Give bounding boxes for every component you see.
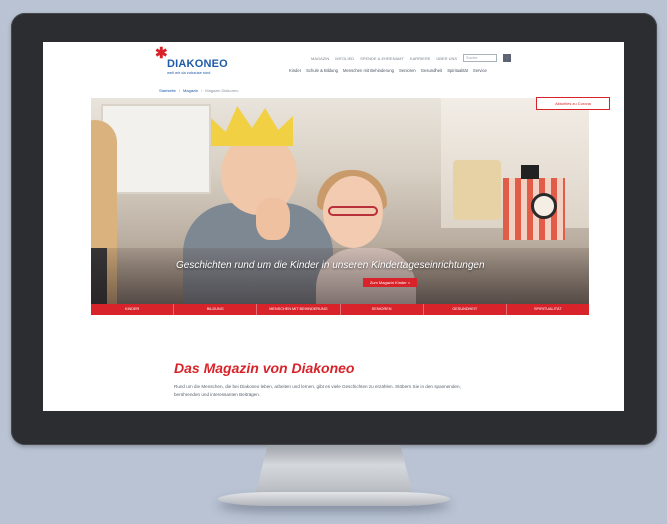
mainnav-item-spiritualitaet[interactable]: Spiritualität xyxy=(447,68,468,73)
mainnav-item-kinder[interactable]: Kinder xyxy=(289,68,301,73)
page-title: Das Magazin von Diakoneo xyxy=(174,360,355,376)
category-tab-spiritualitaet[interactable]: Spiritualität xyxy=(507,304,589,315)
boy-hand xyxy=(256,198,290,240)
website-screen: ✱ DIAKONEO weil wir da zuhause sind Maga… xyxy=(43,42,624,411)
search-button[interactable]: ⌕ xyxy=(503,54,512,62)
paper-crown xyxy=(211,106,293,146)
breadcrumb: Startseite / Magazin / Magazin Diakoneo xyxy=(159,88,238,93)
category-tab-gesundheit[interactable]: Gesundheit xyxy=(424,304,507,315)
search-input[interactable]: Suche xyxy=(463,54,498,62)
logo-wordmark: DIAKONEO xyxy=(167,58,228,70)
monitor-stand xyxy=(255,445,413,495)
breadcrumb-separator: / xyxy=(178,88,181,93)
hero-shade xyxy=(91,248,589,304)
hero-window xyxy=(101,104,211,194)
mainnav-item-behinderung[interactable]: Menschen mit Behinderung xyxy=(343,68,394,73)
hero-cta-button[interactable]: Zum Magazin Kinder > xyxy=(363,278,417,287)
mainnav-item-schule[interactable]: Schule & Bildung xyxy=(306,68,338,73)
main-navigation: Kinder Schule & Bildung Menschen mit Beh… xyxy=(289,68,487,73)
breadcrumb-magazin[interactable]: Magazin xyxy=(183,88,198,93)
hero-drawing xyxy=(453,160,501,220)
topnav-item-spende[interactable]: Spende & Ehrenamt xyxy=(360,56,404,61)
topnav-item-karriere[interactable]: Karriere xyxy=(410,56,430,61)
category-tab-senioren[interactable]: Senioren xyxy=(341,304,424,315)
star-icon: ✱ xyxy=(155,45,168,62)
logo-claim: weil wir da zuhause sind xyxy=(167,70,211,75)
mainnav-item-senioren[interactable]: Senioren xyxy=(399,68,416,73)
hero-caption: Geschichten rund um die Kinder in unsere… xyxy=(176,260,485,271)
pirate-emblem xyxy=(531,193,557,219)
search-icon: ⌕ xyxy=(505,55,509,60)
breadcrumb-home[interactable]: Startseite xyxy=(159,88,176,93)
diakoneo-logo[interactable]: ✱ DIAKONEO weil wir da zuhause sind xyxy=(153,46,233,78)
topnav-item-magazin[interactable]: Magazin xyxy=(311,56,329,61)
topnav-item-ueber-uns[interactable]: Über uns xyxy=(436,56,457,61)
category-navigation: Kinder Bildung Menschen mit Behinderung … xyxy=(91,304,589,315)
category-tab-behinderung[interactable]: Menschen mit Behinderung xyxy=(257,304,341,315)
mainnav-item-gesundheit[interactable]: Gesundheit xyxy=(421,68,442,73)
breadcrumb-separator: / xyxy=(201,88,203,93)
top-navigation: Magazin Mitglied Spende & Ehrenamt Karri… xyxy=(311,53,512,63)
category-tab-bildung[interactable]: Bildung xyxy=(174,304,258,315)
monitor-base xyxy=(218,492,450,506)
corona-news-button[interactable]: Aktuelles zu Corona xyxy=(536,97,610,110)
breadcrumb-current: Magazin Diakoneo xyxy=(205,88,239,93)
pirate-flag xyxy=(521,165,539,179)
category-tab-kinder[interactable]: Kinder xyxy=(91,304,175,315)
girl-glasses xyxy=(328,206,378,216)
intro-text: Rund um die Menschen, die bei Diakoneo l… xyxy=(174,384,461,397)
topnav-item-mitglied[interactable]: Mitglied xyxy=(335,56,354,61)
mainnav-item-service[interactable]: Service xyxy=(473,68,487,73)
hero-image: Geschichten rund um die Kinder in unsere… xyxy=(91,98,589,304)
